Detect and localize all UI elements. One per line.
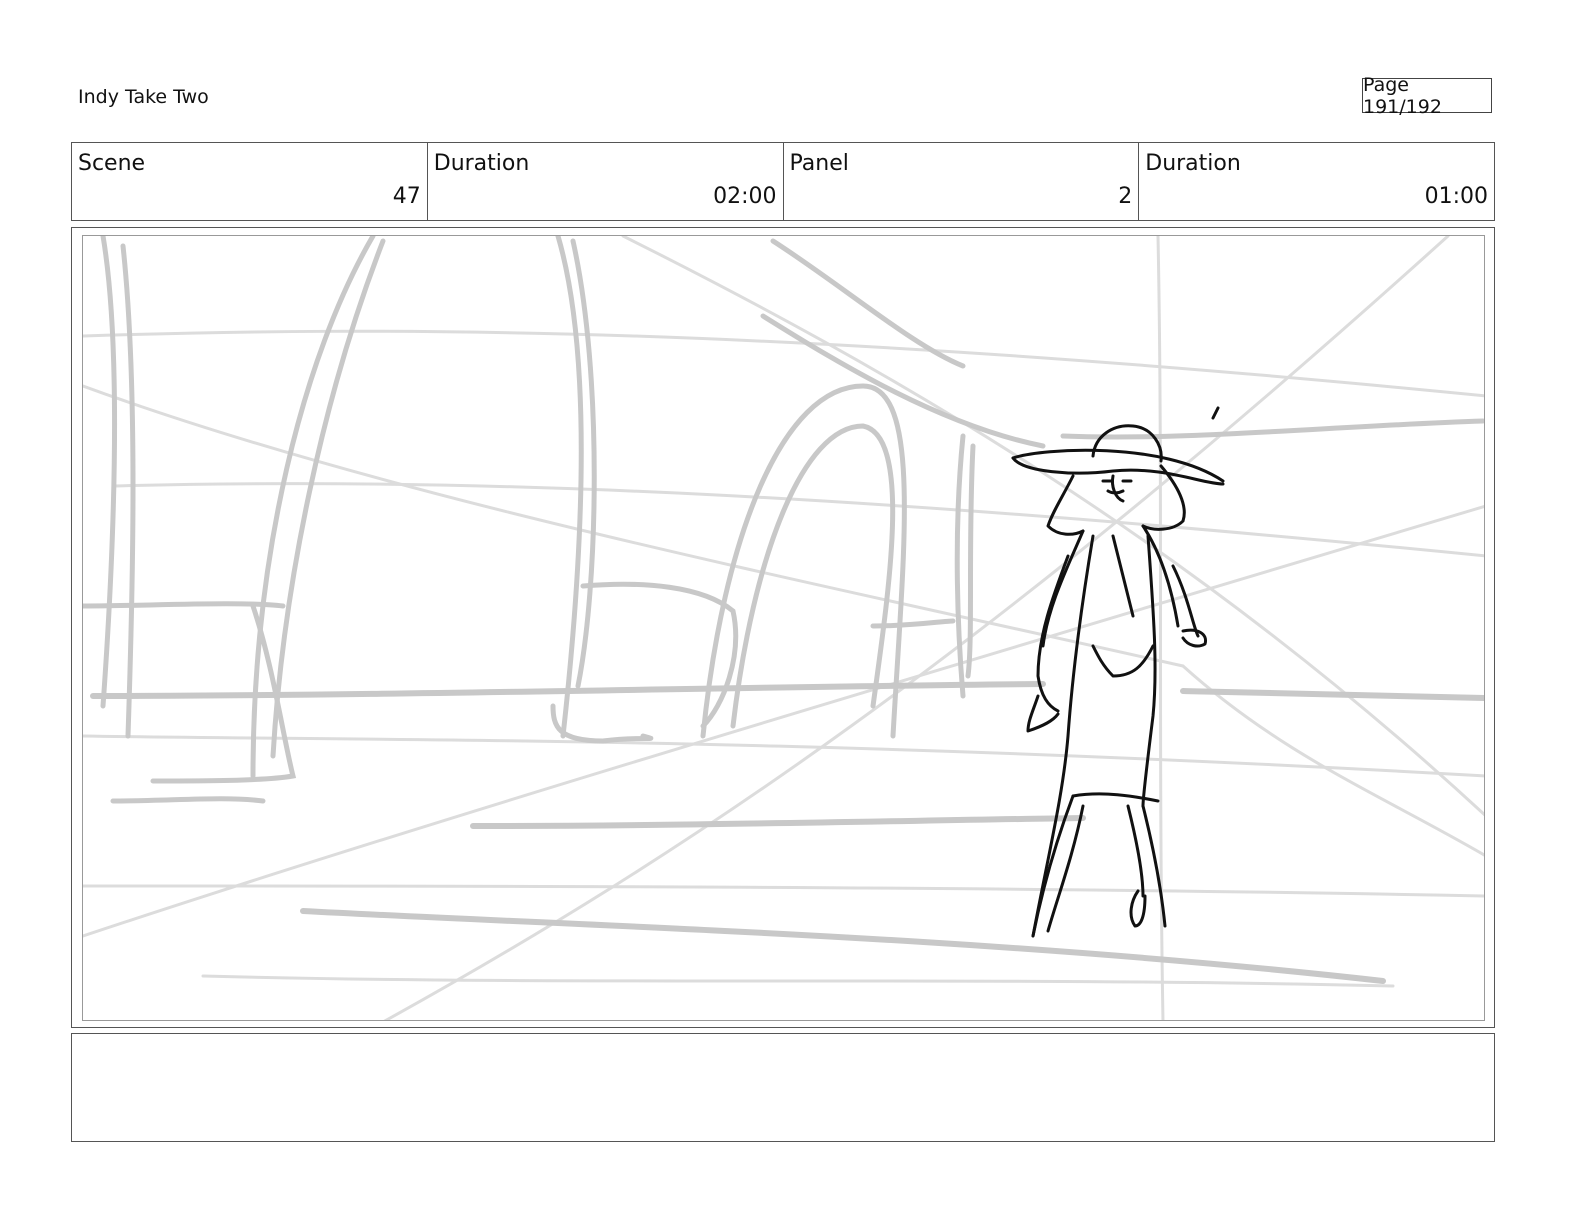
floor-horizon-line xyxy=(90,681,1484,984)
panel-value: 2 xyxy=(1118,184,1133,209)
panel-duration-label: Duration xyxy=(1145,151,1241,176)
background-perspective-lines xyxy=(83,236,1484,1020)
scene-info-table: Scene 47 Duration 02:00 Panel 2 Duration… xyxy=(71,142,1495,221)
scene-duration-label: Duration xyxy=(433,151,530,176)
storyboard-frame xyxy=(71,227,1495,1028)
panel-cell: Panel 2 xyxy=(784,143,1140,220)
panel-label: Panel xyxy=(789,151,849,176)
scene-duration-cell: Duration 02:00 xyxy=(428,143,784,220)
notes-box xyxy=(71,1033,1495,1142)
storyboard-image xyxy=(82,235,1485,1021)
scene-cell: Scene 47 xyxy=(72,143,428,220)
scene-value: 47 xyxy=(392,184,421,209)
sketch-drawing xyxy=(83,236,1484,1020)
project-title: Indy Take Two xyxy=(78,86,209,108)
page-label: Page 191/192 xyxy=(1363,73,1442,118)
scene-label: Scene xyxy=(78,151,146,176)
panel-duration-value: 01:00 xyxy=(1424,184,1488,209)
scene-duration-value: 02:00 xyxy=(713,184,777,209)
page-indicator: Page 191/192 xyxy=(1362,74,1492,118)
panel-duration-cell: Duration 01:00 xyxy=(1139,143,1494,220)
